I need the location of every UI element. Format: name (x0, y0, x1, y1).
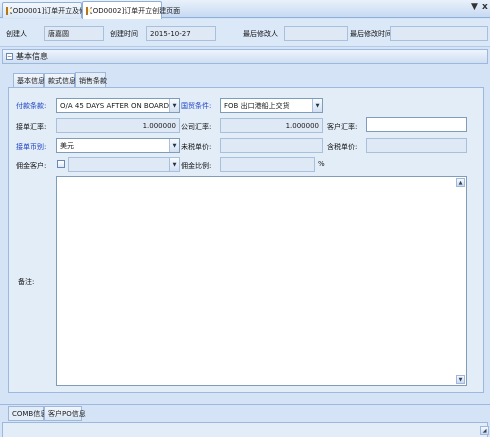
tab-label: 销售条款 (79, 76, 107, 85)
payment-terms-label: 付款条款: (16, 102, 47, 110)
currency-label: 接单币别: (16, 143, 47, 151)
creator-field: 唐嘉圆 (44, 26, 104, 41)
company-rate-label: 公司汇率: (181, 123, 212, 131)
remarks-textarea[interactable]: ▲ ▼ (56, 176, 467, 386)
document-icon (6, 6, 12, 15)
chevron-down-icon[interactable]: ▼ (169, 158, 179, 171)
last-modified-time-field (390, 26, 488, 41)
untaxed-price-label: 未税单价: (181, 143, 212, 151)
tab-label: 基本信息 (17, 77, 45, 85)
taxed-price-label: 含税单价: (327, 143, 358, 151)
tab-customer-po-info[interactable]: 客户PO信息 (44, 406, 86, 421)
collapse-toggle-icon[interactable]: − (6, 53, 13, 60)
creator-label: 创建人 (6, 30, 27, 38)
payment-terms-value: O/A 45 DAYS AFTER ON BOARD DATE (60, 101, 180, 110)
receipt-rate-label: 接单汇率: (16, 123, 47, 131)
trade-terms-label: 国贸条件: (181, 102, 212, 110)
commission-customer-select[interactable]: ▼ (68, 157, 180, 172)
commission-customer-label: 佣金客户: (16, 162, 47, 170)
payment-terms-select[interactable]: O/A 45 DAYS AFTER ON BOARD DATE ▼ (56, 98, 180, 113)
last-modifier-field (284, 26, 348, 41)
section-title: 基本信息 (16, 52, 48, 61)
receipt-rate-field: 1.000000 (56, 118, 180, 133)
tab-label: COMB信息 (12, 409, 48, 418)
chevron-down-icon[interactable]: ▼ (312, 99, 322, 112)
tab-label: 款式信息 (48, 77, 76, 85)
doc-tab-label: [OD0002]订单开立创建页面 (90, 6, 181, 15)
currency-value: 美元 (60, 141, 74, 150)
doc-tab-order-create[interactable]: [OD0002]订单开立创建页面 (82, 1, 180, 19)
doc-tab-order-edit[interactable]: [OD0001]订单开立及修改 x (2, 2, 101, 18)
tab-basic-info[interactable]: 基本信息 (13, 73, 45, 88)
resize-grip-icon[interactable]: ◢ (480, 426, 489, 435)
trade-terms-value: FOB 出口港船上交货 (224, 101, 290, 110)
chevron-down-icon[interactable]: ▼ (471, 2, 478, 12)
remarks-label: 备注: (18, 278, 35, 286)
tab-label: 客户PO信息 (48, 409, 86, 418)
trade-terms-select[interactable]: FOB 出口港船上交货 ▼ (220, 98, 323, 113)
percent-sign: % (318, 160, 325, 168)
untaxed-price-field (220, 138, 323, 153)
last-modifier-label: 最后修改人 (243, 30, 278, 38)
created-time-field: 2015-10-27 (146, 26, 216, 41)
tab-comb-info[interactable]: COMB信息 (8, 406, 48, 421)
scroll-down-icon[interactable]: ▼ (456, 375, 465, 384)
tab-sales-terms[interactable]: 销售条款 (75, 72, 107, 88)
customer-rate-label: 客户汇率: (327, 123, 358, 131)
created-time-label: 创建时间 (110, 30, 138, 38)
commission-customer-checkbox[interactable] (57, 160, 65, 168)
currency-select[interactable]: 美元 ▼ (56, 138, 180, 153)
close-window-icon[interactable]: x (482, 2, 488, 12)
chevron-down-icon[interactable]: ▼ (169, 99, 179, 112)
company-rate-field: 1.000000 (220, 118, 323, 133)
detail-panel (2, 422, 488, 437)
chevron-down-icon[interactable]: ▼ (169, 139, 179, 152)
taxed-price-field (366, 138, 467, 153)
last-modified-time-label: 最后修改时间 (350, 30, 392, 38)
basic-info-section-header[interactable]: − 基本信息 (2, 49, 488, 64)
scroll-up-icon[interactable]: ▲ (456, 178, 465, 187)
document-icon (86, 6, 92, 15)
doc-tab-label: [OD0001]订单开立及修改 (10, 6, 94, 15)
tab-style-info[interactable]: 款式信息 (44, 73, 76, 88)
commission-ratio-label: 佣金比例: (181, 162, 212, 170)
commission-ratio-field (220, 157, 315, 172)
customer-rate-input[interactable] (366, 117, 467, 132)
